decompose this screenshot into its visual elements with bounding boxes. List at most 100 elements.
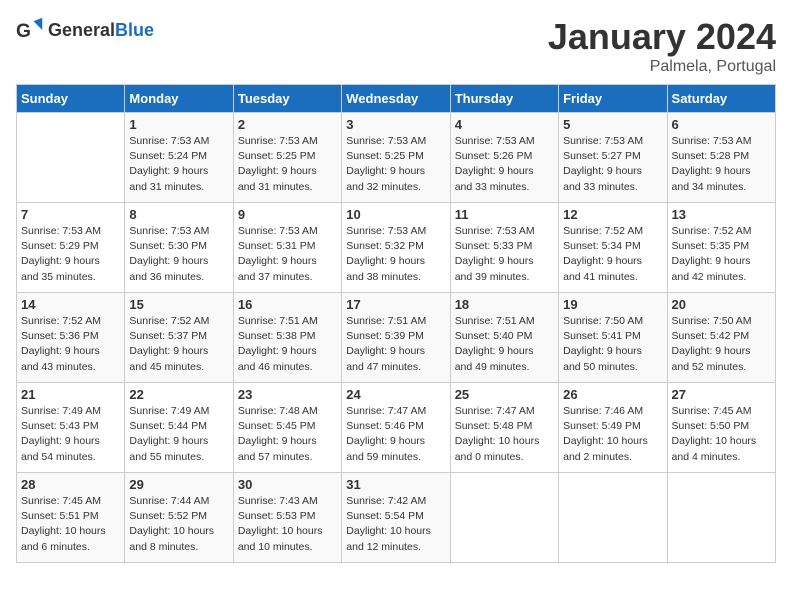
day-info: Sunrise: 7:45 AMSunset: 5:51 PMDaylight:… bbox=[21, 494, 120, 555]
logo: G GeneralBlue bbox=[16, 16, 154, 44]
day-info: Sunrise: 7:53 AMSunset: 5:29 PMDaylight:… bbox=[21, 224, 120, 285]
calendar-cell: 11 Sunrise: 7:53 AMSunset: 5:33 PMDayligh… bbox=[450, 203, 558, 293]
calendar-cell: 28 Sunrise: 7:45 AMSunset: 5:51 PMDayligh… bbox=[17, 473, 125, 563]
week-row-2: 7 Sunrise: 7:53 AMSunset: 5:29 PMDaylight… bbox=[17, 203, 776, 293]
day-number: 7 bbox=[21, 207, 120, 222]
calendar-cell: 6Sunrise: 7:53 AMSunset: 5:28 PMDaylight… bbox=[667, 113, 775, 203]
day-number: 20 bbox=[672, 297, 771, 312]
day-number: 28 bbox=[21, 477, 120, 492]
day-number: 5 bbox=[563, 117, 662, 132]
week-row-3: 14 Sunrise: 7:52 AMSunset: 5:36 PMDayligh… bbox=[17, 293, 776, 383]
calendar-cell: 21Sunrise: 7:49 AMSunset: 5:43 PMDayligh… bbox=[17, 383, 125, 473]
day-info: Sunrise: 7:42 AMSunset: 5:54 PMDaylight:… bbox=[346, 494, 445, 555]
day-info: Sunrise: 7:48 AMSunset: 5:45 PMDaylight:… bbox=[238, 404, 337, 465]
calendar-cell: 29Sunrise: 7:44 AMSunset: 5:52 PMDayligh… bbox=[125, 473, 233, 563]
calendar-cell: 14 Sunrise: 7:52 AMSunset: 5:36 PMDayligh… bbox=[17, 293, 125, 383]
day-info: Sunrise: 7:53 AMSunset: 5:25 PMDaylight:… bbox=[238, 134, 337, 195]
day-number: 24 bbox=[346, 387, 445, 402]
calendar-cell: 5Sunrise: 7:53 AMSunset: 5:27 PMDaylight… bbox=[559, 113, 667, 203]
day-info: Sunrise: 7:51 AMSunset: 5:39 PMDaylight:… bbox=[346, 314, 445, 375]
day-of-week-saturday: Saturday bbox=[667, 85, 775, 113]
day-info: Sunrise: 7:51 AMSunset: 5:40 PMDaylight:… bbox=[455, 314, 554, 375]
day-number: 4 bbox=[455, 117, 554, 132]
day-of-week-friday: Friday bbox=[559, 85, 667, 113]
day-number: 14 bbox=[21, 297, 120, 312]
day-number: 9 bbox=[238, 207, 337, 222]
day-info: Sunrise: 7:49 AMSunset: 5:44 PMDaylight:… bbox=[129, 404, 228, 465]
day-of-week-monday: Monday bbox=[125, 85, 233, 113]
calendar-cell: 20 Sunrise: 7:50 AMSunset: 5:42 PMDayligh… bbox=[667, 293, 775, 383]
calendar-table: SundayMondayTuesdayWednesdayThursdayFrid… bbox=[16, 84, 776, 563]
day-number: 21 bbox=[21, 387, 120, 402]
day-number: 6 bbox=[672, 117, 771, 132]
day-info: Sunrise: 7:43 AMSunset: 5:53 PMDaylight:… bbox=[238, 494, 337, 555]
day-number: 11 bbox=[455, 207, 554, 222]
day-info: Sunrise: 7:53 AMSunset: 5:31 PMDaylight:… bbox=[238, 224, 337, 285]
day-info: Sunrise: 7:52 AMSunset: 5:37 PMDaylight:… bbox=[129, 314, 228, 375]
day-info: Sunrise: 7:47 AMSunset: 5:46 PMDaylight:… bbox=[346, 404, 445, 465]
week-row-1: 1 Sunrise: 7:53 AMSunset: 5:24 PMDaylight… bbox=[17, 113, 776, 203]
calendar-cell: 18Sunrise: 7:51 AMSunset: 5:40 PMDayligh… bbox=[450, 293, 558, 383]
day-info: Sunrise: 7:50 AMSunset: 5:41 PMDaylight:… bbox=[563, 314, 662, 375]
day-number: 30 bbox=[238, 477, 337, 492]
day-info: Sunrise: 7:47 AMSunset: 5:48 PMDaylight:… bbox=[455, 404, 554, 465]
day-number: 10 bbox=[346, 207, 445, 222]
location-title: Palmela, Portugal bbox=[548, 58, 776, 76]
day-number: 2 bbox=[238, 117, 337, 132]
month-title: January 2024 bbox=[548, 16, 776, 58]
day-of-week-thursday: Thursday bbox=[450, 85, 558, 113]
day-info: Sunrise: 7:51 AMSunset: 5:38 PMDaylight:… bbox=[238, 314, 337, 375]
day-info: Sunrise: 7:50 AMSunset: 5:42 PMDaylight:… bbox=[672, 314, 771, 375]
logo-icon: G bbox=[16, 16, 44, 44]
svg-text:G: G bbox=[16, 21, 31, 42]
calendar-cell: 22Sunrise: 7:49 AMSunset: 5:44 PMDayligh… bbox=[125, 383, 233, 473]
day-info: Sunrise: 7:53 AMSunset: 5:25 PMDaylight:… bbox=[346, 134, 445, 195]
calendar-cell: 2 Sunrise: 7:53 AMSunset: 5:25 PMDaylight… bbox=[233, 113, 341, 203]
day-info: Sunrise: 7:52 AMSunset: 5:36 PMDaylight:… bbox=[21, 314, 120, 375]
day-info: Sunrise: 7:53 AMSunset: 5:26 PMDaylight:… bbox=[455, 134, 554, 195]
day-info: Sunrise: 7:53 AMSunset: 5:24 PMDaylight:… bbox=[129, 134, 228, 195]
calendar-cell: 13 Sunrise: 7:52 AMSunset: 5:35 PMDayligh… bbox=[667, 203, 775, 293]
day-number: 31 bbox=[346, 477, 445, 492]
calendar-cell: 19 Sunrise: 7:50 AMSunset: 5:41 PMDayligh… bbox=[559, 293, 667, 383]
day-number: 19 bbox=[563, 297, 662, 312]
calendar-cell: 10 Sunrise: 7:53 AMSunset: 5:32 PMDayligh… bbox=[342, 203, 450, 293]
calendar-cell: 26 Sunrise: 7:46 AMSunset: 5:49 PMDayligh… bbox=[559, 383, 667, 473]
day-number: 23 bbox=[238, 387, 337, 402]
week-row-5: 28 Sunrise: 7:45 AMSunset: 5:51 PMDayligh… bbox=[17, 473, 776, 563]
calendar-cell bbox=[667, 473, 775, 563]
day-info: Sunrise: 7:52 AMSunset: 5:35 PMDaylight:… bbox=[672, 224, 771, 285]
day-number: 13 bbox=[672, 207, 771, 222]
calendar-cell bbox=[450, 473, 558, 563]
day-info: Sunrise: 7:53 AMSunset: 5:33 PMDaylight:… bbox=[455, 224, 554, 285]
day-info: Sunrise: 7:45 AMSunset: 5:50 PMDaylight:… bbox=[672, 404, 771, 465]
calendar-cell: 4 Sunrise: 7:53 AMSunset: 5:26 PMDaylight… bbox=[450, 113, 558, 203]
days-header-row: SundayMondayTuesdayWednesdayThursdayFrid… bbox=[17, 85, 776, 113]
week-row-4: 21Sunrise: 7:49 AMSunset: 5:43 PMDayligh… bbox=[17, 383, 776, 473]
calendar-cell: 9 Sunrise: 7:53 AMSunset: 5:31 PMDaylight… bbox=[233, 203, 341, 293]
day-info: Sunrise: 7:53 AMSunset: 5:32 PMDaylight:… bbox=[346, 224, 445, 285]
logo-wordmark: GeneralBlue bbox=[48, 20, 154, 41]
calendar-cell: 16 Sunrise: 7:51 AMSunset: 5:38 PMDayligh… bbox=[233, 293, 341, 383]
day-of-week-sunday: Sunday bbox=[17, 85, 125, 113]
day-number: 29 bbox=[129, 477, 228, 492]
day-number: 17 bbox=[346, 297, 445, 312]
day-info: Sunrise: 7:52 AMSunset: 5:34 PMDaylight:… bbox=[563, 224, 662, 285]
calendar-cell: 8 Sunrise: 7:53 AMSunset: 5:30 PMDaylight… bbox=[125, 203, 233, 293]
day-number: 1 bbox=[129, 117, 228, 132]
calendar-cell: 1 Sunrise: 7:53 AMSunset: 5:24 PMDaylight… bbox=[125, 113, 233, 203]
calendar-cell bbox=[559, 473, 667, 563]
calendar-cell: 24 Sunrise: 7:47 AMSunset: 5:46 PMDayligh… bbox=[342, 383, 450, 473]
day-number: 8 bbox=[129, 207, 228, 222]
day-info: Sunrise: 7:46 AMSunset: 5:49 PMDaylight:… bbox=[563, 404, 662, 465]
calendar-cell: 12Sunrise: 7:52 AMSunset: 5:34 PMDayligh… bbox=[559, 203, 667, 293]
calendar-cell: 31 Sunrise: 7:42 AMSunset: 5:54 PMDayligh… bbox=[342, 473, 450, 563]
logo-blue-text: Blue bbox=[115, 20, 154, 40]
day-of-week-wednesday: Wednesday bbox=[342, 85, 450, 113]
day-number: 16 bbox=[238, 297, 337, 312]
calendar-cell: 17 Sunrise: 7:51 AMSunset: 5:39 PMDayligh… bbox=[342, 293, 450, 383]
calendar-cell: 15Sunrise: 7:52 AMSunset: 5:37 PMDayligh… bbox=[125, 293, 233, 383]
day-info: Sunrise: 7:53 AMSunset: 5:30 PMDaylight:… bbox=[129, 224, 228, 285]
day-number: 26 bbox=[563, 387, 662, 402]
day-number: 3 bbox=[346, 117, 445, 132]
